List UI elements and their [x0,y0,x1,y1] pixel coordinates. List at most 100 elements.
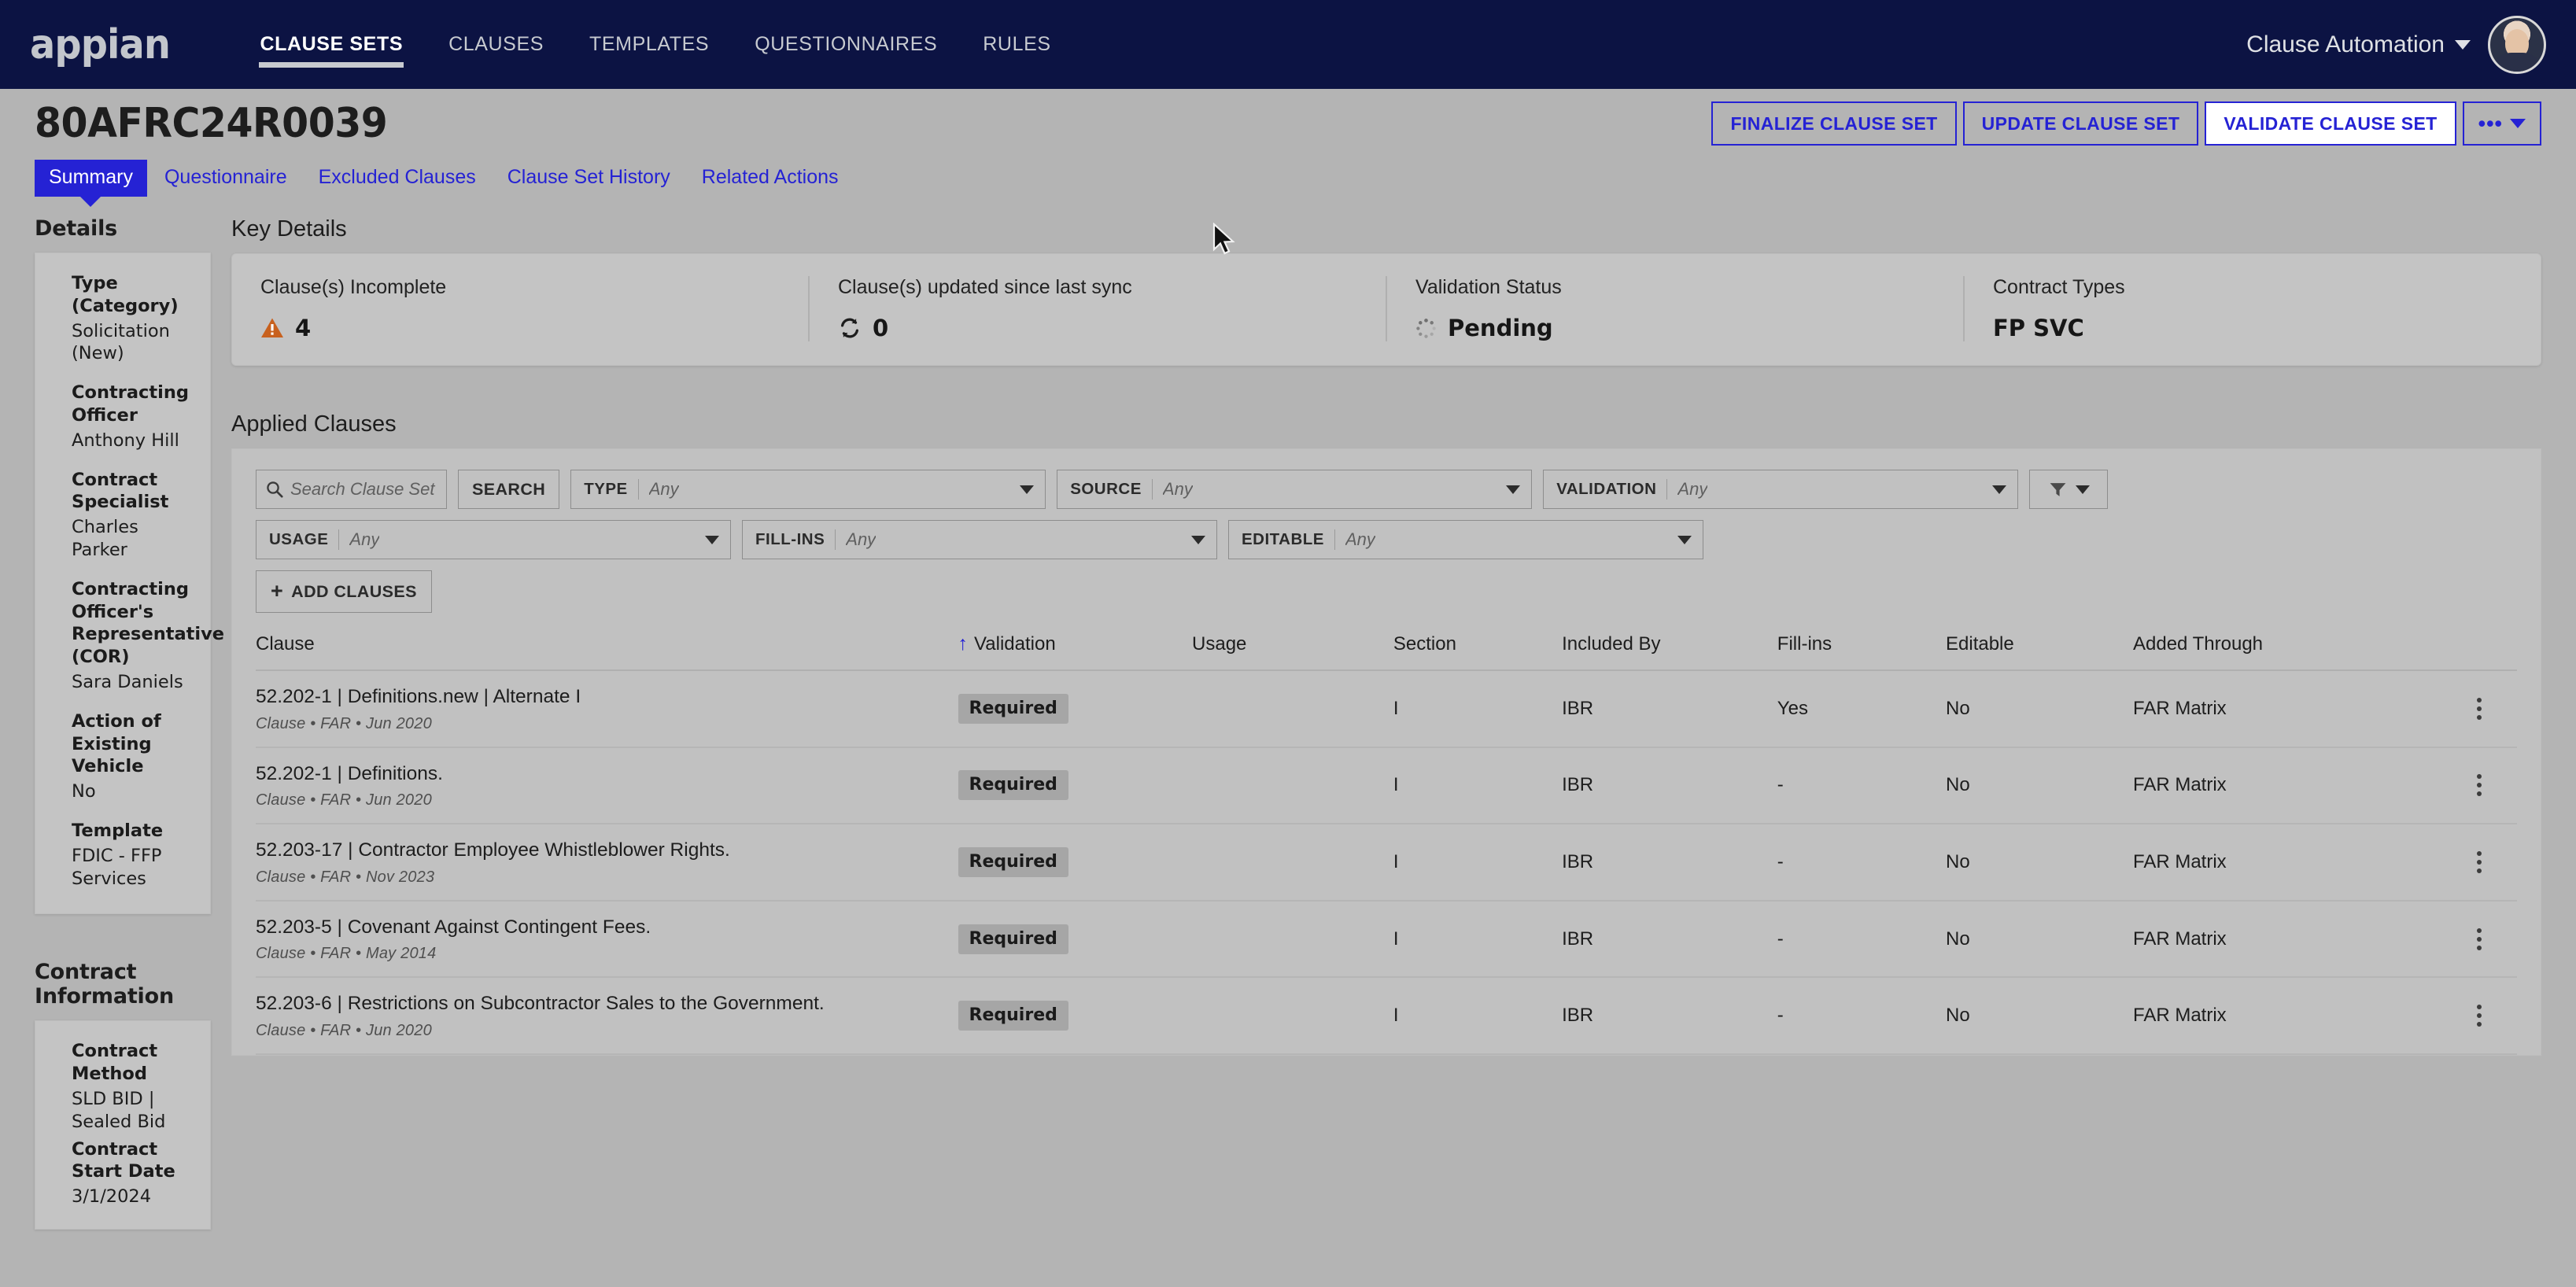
cell-added-through: FAR Matrix [2133,977,2442,1055]
cell-fill-ins: Yes [1777,670,1946,748]
cell-section: I [1393,747,1563,825]
user-menu-button[interactable]: Clause Automation [2246,31,2471,58]
filter-usage-dropdown[interactable]: USAGE Any [256,520,731,559]
column-header-fill-ins[interactable]: Fill-ins [1777,633,1946,671]
clause-title[interactable]: 52.202-1 | Definitions. [256,762,958,787]
detail-item-contract-specialist: Contract Specialist Charles Parker [72,469,193,562]
row-menu-icon[interactable] [2442,774,2517,797]
cell-validation: Required [958,900,1193,979]
cell-clause: 52.202-1 | Definitions. Clause • FAR • J… [256,747,958,825]
contract-item-method: Contract Method SLD BID | Sealed Bid [72,1040,193,1133]
finalize-clause-set-button[interactable]: FINALIZE CLAUSE SET [1711,101,1957,146]
applied-clauses-table: Clause ↑ Validation Usage Section Include… [256,633,2517,1055]
filter-editable-dropdown[interactable]: EDITABLE Any [1228,520,1703,559]
column-header-editable[interactable]: Editable [1946,633,2133,671]
cell-row-menu [2441,670,2517,748]
chevron-down-icon [1020,485,1035,494]
key-detail-title: Clause(s) updated since last sync [838,276,1132,298]
tab-questionnaire[interactable]: Questionnaire [150,160,301,197]
row-menu-icon[interactable] [2442,927,2517,950]
detail-label: Template [72,820,164,841]
update-clause-set-button[interactable]: UPDATE CLAUSE SET [1962,101,2199,146]
filter-value: Any [349,529,380,549]
cell-validation: Required [958,977,1193,1055]
cell-row-menu [2441,977,2517,1055]
appian-logo[interactable]: appian [30,24,171,65]
tab-clause-set-history[interactable]: Clause Set History [493,160,685,197]
filter-fillins-dropdown[interactable]: FILL-INS Any [742,520,1217,559]
row-menu-icon[interactable] [2442,697,2517,720]
nav-item-templates[interactable]: TEMPLATES [566,0,732,89]
table-row[interactable]: 52.203-6 | Restrictions on Subcontractor… [256,977,2517,1055]
column-header-usage[interactable]: Usage [1192,633,1393,671]
column-header-included-by[interactable]: Included By [1562,633,1777,671]
filter-menu-button[interactable] [2029,470,2109,509]
key-detail-value: FP SVC [1993,315,2084,341]
add-clauses-label: ADD CLAUSES [291,581,417,601]
cell-editable: No [1946,670,2133,748]
clause-title[interactable]: 52.203-17 | Contractor Employee Whistleb… [256,838,958,864]
user-menu-label: Clause Automation [2246,31,2445,57]
filter-label: SOURCE [1070,480,1142,498]
applied-clauses-panel: SEARCH TYPE Any SOURCE Any VALIDATION [231,448,2541,1056]
clause-title[interactable]: 52.203-6 | Restrictions on Subcontractor… [256,991,958,1017]
cell-fill-ins: - [1777,747,1946,825]
validate-clause-set-button[interactable]: VALIDATE CLAUSE SET [2205,101,2456,146]
filter-source-dropdown[interactable]: SOURCE Any [1057,470,1533,509]
column-header-validation[interactable]: ↑ Validation [958,633,1193,671]
chevron-down-icon [1506,485,1521,494]
column-header-clause[interactable]: Clause [256,633,958,671]
nav-item-questionnaires[interactable]: QUESTIONNAIRES [732,0,960,89]
avatar[interactable] [2488,15,2546,74]
more-actions-button[interactable]: ••• [2462,101,2541,146]
column-header-section[interactable]: Section [1393,633,1563,671]
usage-badge: Required [958,770,1068,801]
search-field-wrapper[interactable] [256,470,447,509]
cell-fill-ins: - [1777,824,1946,902]
detail-item-action-of-existing-vehicle: Action of Existing Vehicle No [72,710,193,803]
cell-included-by: IBR [1562,747,1777,825]
detail-value: Solicitation (New) [72,320,170,364]
table-row[interactable]: 52.202-1 | Definitions.new | Alternate I… [256,670,2517,748]
key-detail-value: 0 [873,315,889,341]
detail-label: Contracting Officer's Representative (CO… [72,578,225,668]
cell-included-by: IBR [1562,977,1777,1055]
table-row[interactable]: 52.203-5 | Covenant Against Contingent F… [256,900,2517,979]
column-header-added-through[interactable]: Added Through [2133,633,2442,671]
divider [835,529,836,550]
cell-row-menu [2441,900,2517,979]
filter-validation-dropdown[interactable]: VALIDATION Any [1543,470,2019,509]
table-row[interactable]: 52.202-1 | Definitions. Clause • FAR • J… [256,747,2517,825]
tab-excluded-clauses[interactable]: Excluded Clauses [304,160,490,197]
search-button[interactable]: SEARCH [458,470,560,509]
clause-title[interactable]: 52.202-1 | Definitions.new | Alternate I [256,684,958,710]
chevron-down-icon [1992,485,2007,494]
filter-type-dropdown[interactable]: TYPE Any [570,470,1046,509]
page-content: Details Type (Category) Solicitation (Ne… [0,202,2576,1230]
usage-badge: Required [958,693,1068,724]
cell-included-by: IBR [1562,670,1777,748]
contract-item-start-date: Contract Start Date 3/1/2024 [72,1138,193,1208]
cell-editable: No [1946,900,2133,979]
clause-title[interactable]: 52.203-5 | Covenant Against Contingent F… [256,915,958,941]
nav-right-cluster: Clause Automation [2246,15,2546,74]
tab-related-actions[interactable]: Related Actions [688,160,853,197]
add-clauses-button[interactable]: + ADD CLAUSES [256,570,432,613]
nav-item-clause-sets[interactable]: CLAUSE SETS [237,0,426,89]
page-tabs: Summary Questionnaire Excluded Clauses C… [0,160,2576,202]
row-menu-icon[interactable] [2442,1005,2517,1027]
key-detail-value: Pending [1448,315,1553,341]
table-row[interactable]: 52.203-17 | Contractor Employee Whistleb… [256,824,2517,902]
key-detail-value: 4 [295,315,312,341]
detail-label: Type (Category) [72,273,179,316]
contract-value: 3/1/2024 [72,1186,152,1208]
nav-item-rules[interactable]: RULES [960,0,1073,89]
nav-item-clauses[interactable]: CLAUSES [426,0,566,89]
key-detail-clauses-updated: Clause(s) updated since last sync 0 [808,276,1386,341]
usage-badge: Required [958,846,1068,877]
chevron-down-icon [1191,535,1205,544]
tab-summary[interactable]: Summary [35,160,147,197]
row-menu-icon[interactable] [2442,850,2517,873]
search-input[interactable] [290,479,437,500]
clause-meta: Clause • FAR • Nov 2023 [256,868,435,886]
